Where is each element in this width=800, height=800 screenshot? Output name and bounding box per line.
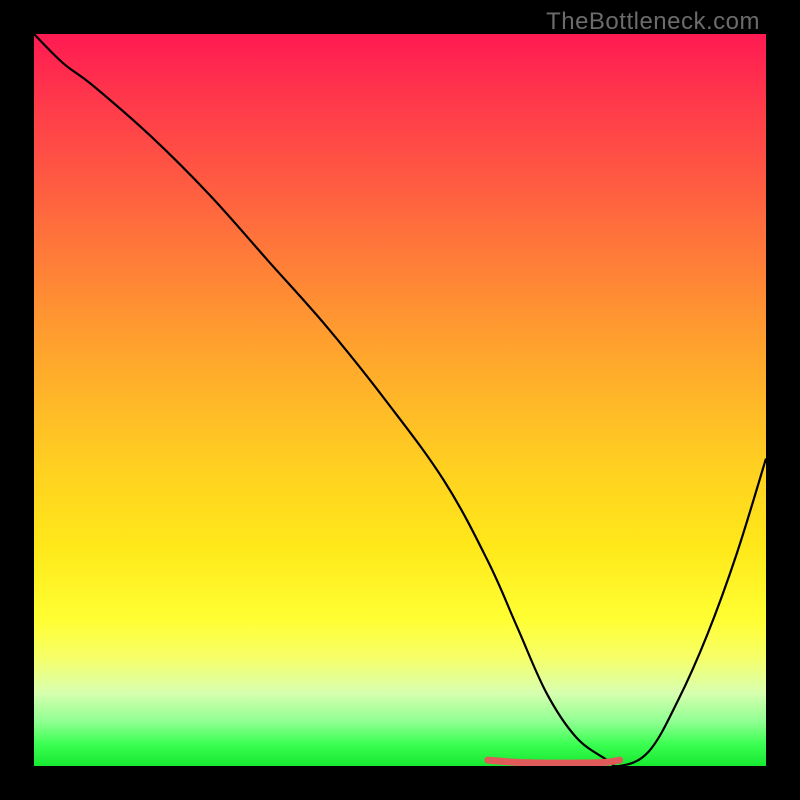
optimal-segment <box>488 760 620 763</box>
curve-path <box>34 34 766 766</box>
bottleneck-curve <box>34 34 766 766</box>
watermark-text: TheBottleneck.com <box>546 8 760 36</box>
chart-frame: TheBottleneck.com <box>0 0 800 800</box>
plot-area <box>34 34 766 766</box>
